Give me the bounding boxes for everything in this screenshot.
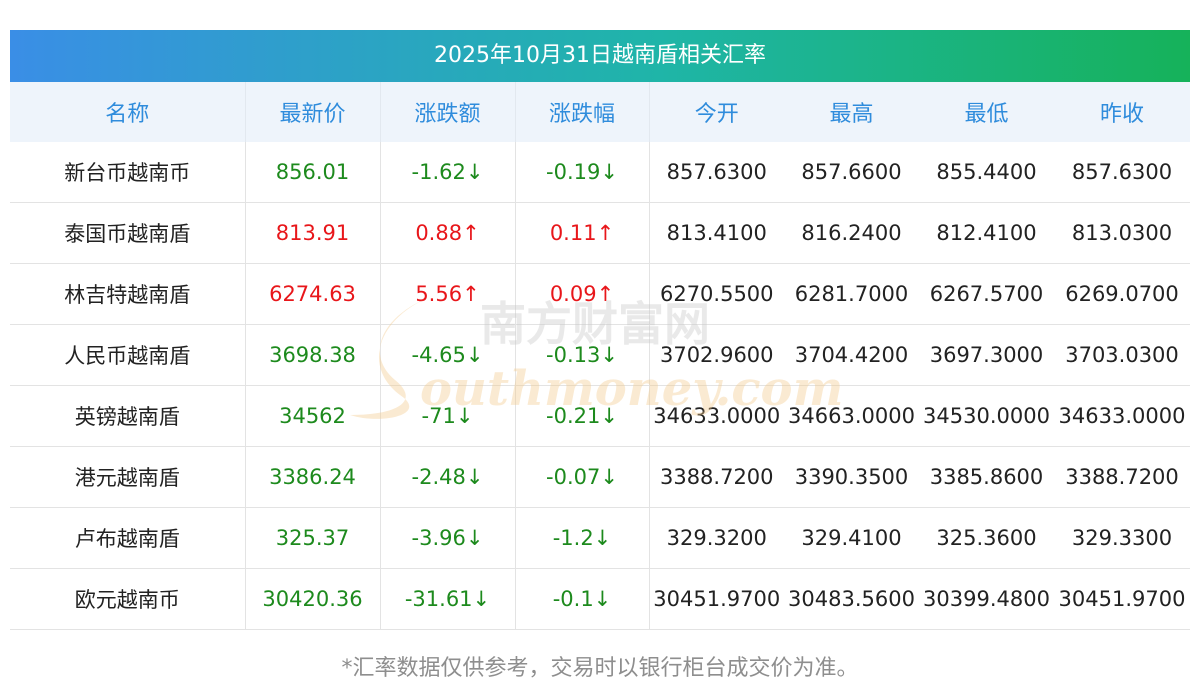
cell-prev-close: 30451.9700: [1054, 568, 1190, 630]
cell-latest: 3386.24: [245, 446, 381, 508]
cell-high: 34663.0000: [784, 385, 919, 447]
cell-change: -4.65↓: [380, 324, 516, 386]
cell-change-pct: 0.11↑: [515, 202, 650, 264]
cell-name: 英镑越南盾: [10, 385, 246, 447]
cell-prev-close: 3388.7200: [1054, 446, 1190, 508]
table-title: 2025年10月31日越南盾相关汇率: [10, 30, 1190, 82]
cell-low: 6267.5700: [919, 263, 1054, 325]
table-row: 泰国币越南盾 813.91 0.88↑ 0.11↑ 813.4100 816.2400 81…: [10, 202, 1190, 264]
cell-open: 813.4100: [649, 202, 784, 264]
cell-latest: 325.37: [245, 507, 381, 569]
header-high: 最高: [784, 82, 919, 142]
rate-table-container: 2025年10月31日越南盾相关汇率 名称 最新价 涨跌额 涨跌幅 今开 最高 …: [10, 30, 1190, 630]
header-prev-close: 昨收: [1054, 82, 1190, 142]
cell-change-pct: -0.21↓: [515, 385, 650, 447]
cell-open: 3388.7200: [649, 446, 784, 508]
header-change: 涨跌额: [380, 82, 516, 142]
cell-open: 329.3200: [649, 507, 784, 569]
cell-change-pct: -1.2↓: [515, 507, 650, 569]
cell-latest: 30420.36: [245, 568, 381, 630]
cell-latest: 856.01: [245, 142, 381, 203]
cell-change-pct: -0.19↓: [515, 142, 650, 203]
cell-prev-close: 813.0300: [1054, 202, 1190, 264]
header-latest: 最新价: [245, 82, 381, 142]
disclaimer-footnote: *汇率数据仅供参考，交易时以银行柜台成交价为准。: [341, 656, 859, 681]
cell-latest: 6274.63: [245, 263, 381, 325]
cell-low: 812.4100: [919, 202, 1054, 264]
header-name: 名称: [10, 82, 246, 142]
cell-change: 0.88↑: [380, 202, 516, 264]
exchange-rate-table: 名称 最新价 涨跌额 涨跌幅 今开 最高 最低 昨收 新台币越南币 856.01-…: [10, 82, 1190, 630]
cell-open: 34633.0000: [649, 385, 784, 447]
cell-change-pct: -0.1↓: [515, 568, 650, 630]
cell-name: 港元越南盾: [10, 446, 246, 508]
cell-name: 欧元越南币: [10, 568, 246, 630]
header-low: 最低: [919, 82, 1054, 142]
table-row: 港元越南盾 3386.24 -2.48↓ -0.07↓ 3388.7200 3390.35…: [10, 446, 1190, 508]
cell-prev-close: 329.3300: [1054, 507, 1190, 569]
table-row: 林吉特越南盾 6274.63 5.56↑ 0.09↑ 6270.5500 6281.700…: [10, 263, 1190, 325]
cell-change-pct: 0.09↑: [515, 263, 650, 325]
cell-name: 卢布越南盾: [10, 507, 246, 569]
cell-change-pct: -0.13↓: [515, 324, 650, 386]
table-row: 卢布越南盾 325.37 -3.96↓ -1.2↓ 329.3200 329.4100 32…: [10, 507, 1190, 569]
cell-change-pct: -0.07↓: [515, 446, 650, 508]
table-header-row: 名称 最新价 涨跌额 涨跌幅 今开 最高 最低 昨收: [10, 82, 1190, 142]
cell-change: 5.56↑: [380, 263, 516, 325]
cell-name: 林吉特越南盾: [10, 263, 246, 325]
cell-change: -3.96↓: [380, 507, 516, 569]
cell-prev-close: 857.6300: [1054, 142, 1190, 203]
cell-prev-close: 3703.0300: [1054, 324, 1190, 386]
table-row: 英镑越南盾 34562 -71↓ -0.21↓ 34633.0000 34663.0000…: [10, 385, 1190, 447]
cell-open: 857.6300: [649, 142, 784, 203]
cell-low: 325.3600: [919, 507, 1054, 569]
header-open: 今开: [649, 82, 784, 142]
table-row: 新台币越南币 856.01 -1.62↓ -0.19↓ 857.6300 857.6600…: [10, 142, 1190, 203]
cell-high: 6281.7000: [784, 263, 919, 325]
cell-open: 3702.9600: [649, 324, 784, 386]
cell-high: 857.6600: [784, 142, 919, 203]
cell-high: 3704.4200: [784, 324, 919, 386]
cell-open: 30451.9700: [649, 568, 784, 630]
cell-change: -1.62↓: [380, 142, 516, 203]
cell-low: 855.4400: [919, 142, 1054, 203]
cell-latest: 3698.38: [245, 324, 381, 386]
header-change-pct: 涨跌幅: [515, 82, 650, 142]
cell-change: -71↓: [380, 385, 516, 447]
cell-low: 3697.3000: [919, 324, 1054, 386]
cell-high: 3390.3500: [784, 446, 919, 508]
cell-prev-close: 6269.0700: [1054, 263, 1190, 325]
table-row: 欧元越南币 30420.36 -31.61↓ -0.1↓ 30451.9700 30483…: [10, 568, 1190, 630]
table-row: 人民币越南盾 3698.38 -4.65↓ -0.13↓ 3702.9600 3704.4…: [10, 324, 1190, 386]
cell-latest: 34562: [245, 385, 381, 447]
cell-low: 3385.8600: [919, 446, 1054, 508]
cell-high: 329.4100: [784, 507, 919, 569]
cell-high: 30483.5600: [784, 568, 919, 630]
cell-latest: 813.91: [245, 202, 381, 264]
cell-name: 新台币越南币: [10, 142, 246, 203]
cell-name: 人民币越南盾: [10, 324, 246, 386]
cell-open: 6270.5500: [649, 263, 784, 325]
cell-low: 34530.0000: [919, 385, 1054, 447]
cell-change: -2.48↓: [380, 446, 516, 508]
cell-name: 泰国币越南盾: [10, 202, 246, 264]
cell-high: 816.2400: [784, 202, 919, 264]
cell-prev-close: 34633.0000: [1054, 385, 1190, 447]
cell-change: -31.61↓: [380, 568, 516, 630]
cell-low: 30399.4800: [919, 568, 1054, 630]
